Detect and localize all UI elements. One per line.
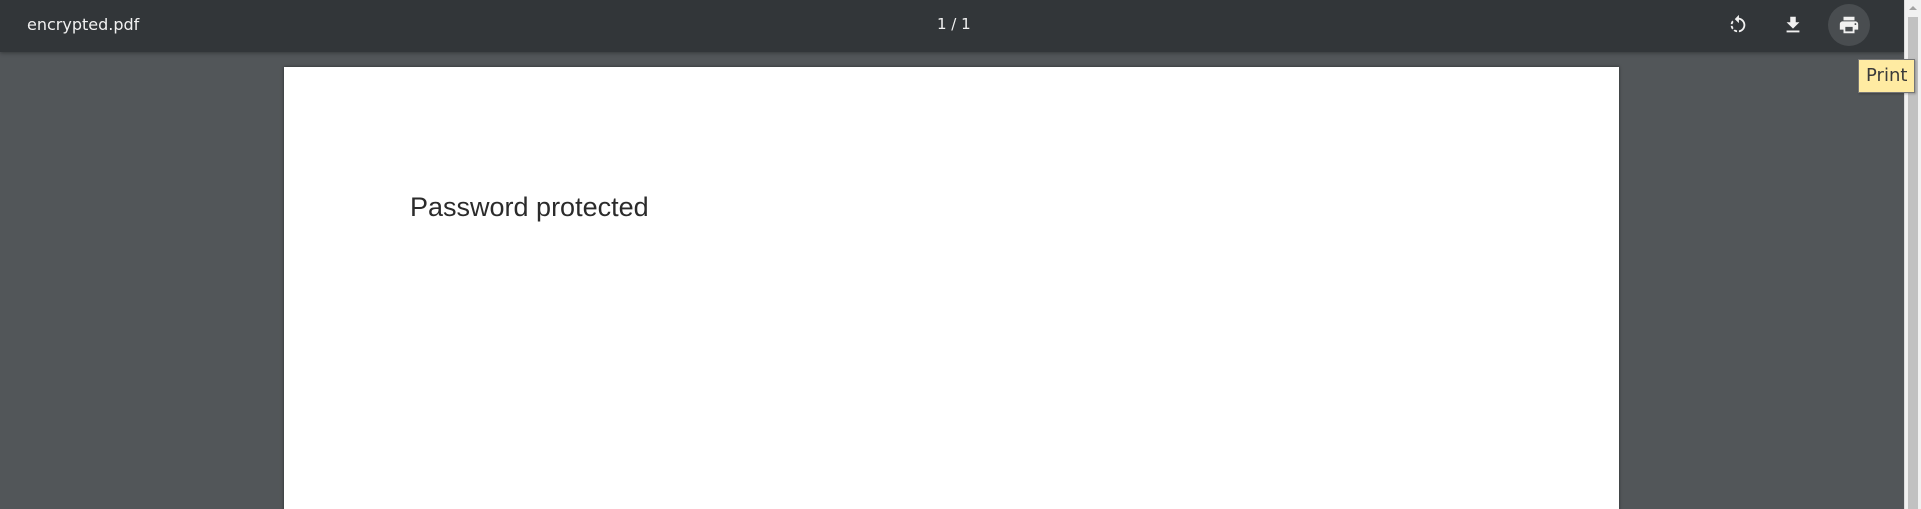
pdf-toolbar: encrypted.pdf 1 / 1: [0, 0, 1904, 52]
rotate-button[interactable]: [1717, 4, 1759, 46]
print-icon: [1839, 16, 1859, 34]
rotate-icon: [1730, 14, 1746, 33]
page-text: Password protected: [410, 192, 649, 222]
download-icon: [1786, 16, 1800, 33]
scroll-up-icon: [1909, 6, 1917, 10]
pdf-page: Password protected: [284, 67, 1619, 509]
pdf-viewer: encrypted.pdf 1 / 1 Password protected P…: [0, 0, 1921, 509]
print-button[interactable]: [1828, 4, 1870, 46]
document-area[interactable]: Password protected: [0, 52, 1904, 509]
download-button[interactable]: [1772, 4, 1814, 46]
page-indicator: 1 / 1: [937, 15, 971, 33]
scroll-up-arrow[interactable]: [1905, 0, 1921, 16]
document-title: encrypted.pdf: [27, 15, 140, 34]
print-tooltip: Print: [1858, 59, 1916, 93]
